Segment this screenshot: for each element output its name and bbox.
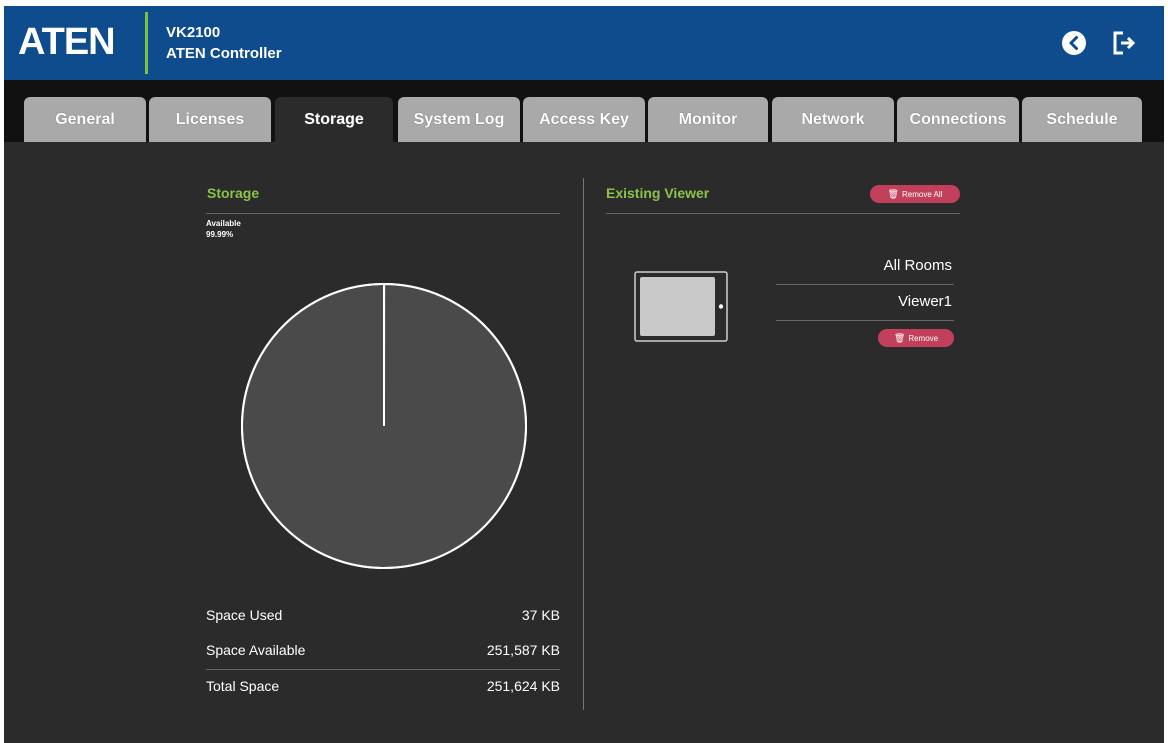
total-rule (206, 669, 560, 670)
available-legend-percent: 99.99% (206, 230, 234, 239)
remove-all-label: Remove All (901, 189, 943, 199)
remove-all-button[interactable]: 🗑 Remove All (870, 185, 960, 203)
total-space-value: 251,624 KB (486, 678, 560, 694)
top-header: ATEN VK2100 ATEN Controller (4, 6, 1164, 80)
panel-divider (583, 178, 584, 710)
pie-slice-space-available (241, 282, 527, 569)
room-rule (776, 284, 954, 285)
space-used-value: 37 KB (521, 607, 560, 623)
app-window: ATEN VK2100 ATEN Controller General Lice… (4, 6, 1164, 743)
viewer-title-rule (606, 213, 960, 214)
tab-schedule[interactable]: Schedule (1022, 97, 1142, 142)
tab-bar: General Licenses Storage System Log Acce… (4, 80, 1164, 142)
tab-general[interactable]: General (24, 97, 146, 142)
trash-icon: 🗑 (893, 332, 906, 343)
space-available-label: Space Available (206, 642, 306, 658)
remove-label: Remove (908, 333, 939, 343)
aten-logo: ATEN (18, 21, 116, 63)
logo-separator (145, 12, 148, 74)
storage-title: Storage (207, 185, 260, 201)
tab-licenses[interactable]: Licenses (149, 97, 271, 142)
viewer-name-rule (776, 320, 954, 321)
tab-storage[interactable]: Storage (275, 97, 393, 142)
logout-icon[interactable] (1112, 30, 1138, 56)
existing-viewer-title: Existing Viewer (606, 185, 710, 201)
tab-system-log[interactable]: System Log (398, 97, 520, 142)
tab-network[interactable]: Network (772, 97, 894, 142)
device-model: VK2100 (166, 24, 221, 41)
tab-access-key[interactable]: Access Key (523, 97, 645, 142)
total-space-label: Total Space (206, 678, 280, 694)
tablet-viewer-icon (634, 271, 728, 342)
storage-title-rule (206, 213, 560, 214)
trash-icon: 🗑 (887, 188, 899, 199)
storage-pie-chart (241, 282, 527, 569)
available-legend-label: Available (206, 219, 241, 228)
space-available-value: 251,587 KB (486, 642, 560, 658)
remove-viewer-button[interactable]: 🗑 Remove (878, 329, 954, 347)
tab-connections[interactable]: Connections (897, 97, 1019, 142)
available-legend: Available 99.99% (206, 218, 241, 240)
back-icon[interactable] (1061, 30, 1087, 56)
tab-monitor[interactable]: Monitor (648, 97, 768, 142)
viewer-room: All Rooms (883, 257, 952, 274)
space-used-label: Space Used (206, 607, 283, 623)
viewer-name: Viewer1 (898, 293, 952, 310)
device-title: ATEN Controller (166, 45, 282, 62)
